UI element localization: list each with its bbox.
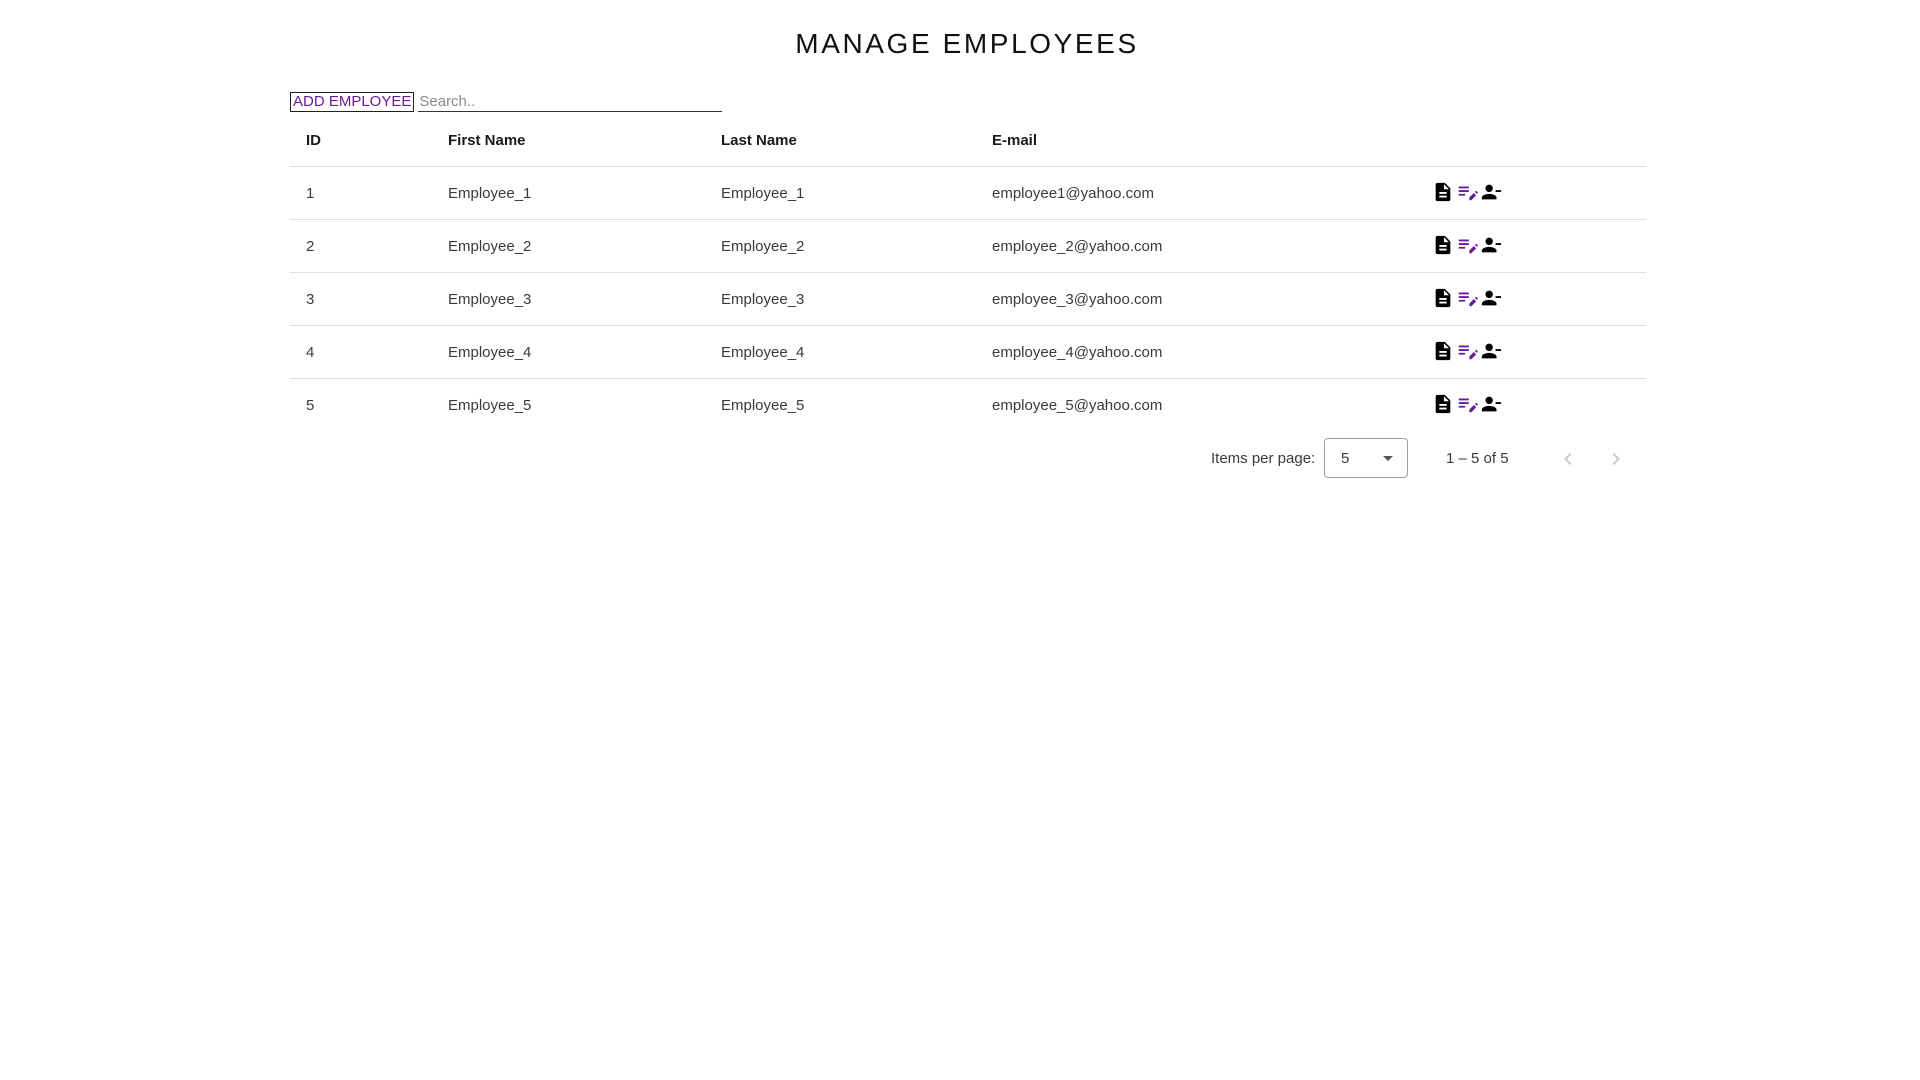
cell-first-name: Employee_4 [448, 325, 721, 379]
document-icon[interactable] [1432, 340, 1454, 362]
edit-note-icon[interactable] [1456, 340, 1478, 362]
cell-last-name: Employee_2 [721, 219, 992, 273]
edit-note-icon[interactable] [1456, 181, 1478, 203]
cell-id: 1 [290, 166, 448, 220]
document-icon[interactable] [1432, 181, 1454, 203]
row-actions [1432, 287, 1646, 309]
items-per-page-value: 5 [1341, 450, 1350, 467]
page-range-label: 1 – 5 of 5 [1446, 450, 1509, 467]
edit-note-icon[interactable] [1456, 234, 1478, 256]
cell-last-name: Employee_5 [721, 396, 805, 414]
chevron-right-icon [1612, 453, 1620, 465]
cell-id: 5 [306, 396, 315, 414]
cell-id: 3 [290, 272, 448, 326]
row-actions [1432, 234, 1646, 256]
employees-table: ID First Name Last Name E-mail 1 Employee… [290, 114, 1646, 431]
cell-email: employee_4@yahoo.com [992, 325, 1432, 379]
dropdown-arrow-icon [1383, 456, 1393, 461]
remove-person-icon[interactable] [1480, 234, 1502, 256]
edit-note-icon[interactable] [1456, 393, 1478, 415]
add-employee-button[interactable]: ADD EMPLOYEE [290, 92, 415, 112]
cell-last-name: Employee_1 [721, 166, 992, 220]
cell-email: employee1@yahoo.com [992, 166, 1432, 220]
next-page-button[interactable] [1600, 443, 1632, 475]
row-actions [1432, 393, 1646, 415]
column-header-last-name[interactable]: Last Name [721, 114, 992, 167]
cell-email: employee_2@yahoo.com [992, 219, 1432, 273]
cell-last-name: Employee_3 [721, 272, 992, 326]
remove-person-icon[interactable] [1480, 181, 1502, 203]
column-header-actions [1432, 114, 1646, 167]
table-row: 3 Employee_3 Employee_3 employee_3@yahoo.co… [290, 272, 1646, 326]
table-row: 4 Employee_4 Employee_4 employee_4@yahoo.co… [290, 325, 1646, 379]
table-body: 1 Employee_1 Employee_1 employee1@yahoo.com… [290, 166, 1646, 432]
cell-actions [1432, 219, 1646, 273]
column-header-email[interactable]: E-mail [992, 114, 1432, 167]
table-row: 2 Employee_2 Employee_2 employee_2@yahoo.co… [290, 219, 1646, 273]
cell-first-name: Employee_5 [448, 396, 532, 414]
paginator: Items per page: 5 1 – 5 of 5 [290, 438, 1646, 480]
cell-actions [1432, 379, 1646, 432]
table-header-row: ID First Name Last Name E-mail [290, 114, 1646, 167]
items-per-page-label: Items per page: [1211, 450, 1316, 467]
document-icon[interactable] [1432, 234, 1454, 256]
manage-employees-page: MANAGE EMPLOYEES ADD EMPLOYEE ID First N… [0, 0, 1920, 1080]
page-title: MANAGE EMPLOYEES [795, 28, 1139, 59]
toolbar: ADD EMPLOYEE [290, 90, 723, 112]
row-actions [1432, 340, 1646, 362]
table-row: 1 Employee_1 Employee_1 employee1@yahoo.com [290, 166, 1646, 220]
cell-id: 4 [290, 325, 448, 379]
column-header-id[interactable]: ID [290, 114, 448, 167]
document-icon[interactable] [1432, 287, 1454, 309]
edit-note-icon[interactable] [1456, 287, 1478, 309]
cell-first-name: Employee_1 [448, 166, 721, 220]
chevron-left-icon [1564, 453, 1572, 465]
cell-last-name: Employee_4 [721, 325, 992, 379]
row-actions [1432, 181, 1646, 203]
cell-email: employee_5@yahoo.com [992, 396, 1163, 414]
column-header-first-name[interactable]: First Name [448, 114, 721, 167]
search-input[interactable] [418, 92, 723, 112]
items-per-page-select[interactable]: 5 [1324, 438, 1408, 478]
cell-first-name: Employee_3 [448, 272, 721, 326]
cell-id: 2 [290, 219, 448, 273]
table-row: 5 Employee_5 Employee_5 employee_5@yahoo.co… [290, 379, 1646, 432]
cell-first-name: Employee_2 [448, 219, 721, 273]
remove-person-icon[interactable] [1480, 393, 1502, 415]
cell-actions [1432, 166, 1646, 220]
previous-page-button[interactable] [1552, 443, 1584, 475]
cell-email: employee_3@yahoo.com [992, 272, 1432, 326]
remove-person-icon[interactable] [1480, 340, 1502, 362]
cell-actions [1432, 272, 1646, 326]
document-icon[interactable] [1432, 393, 1454, 415]
cell-actions [1432, 325, 1646, 379]
remove-person-icon[interactable] [1480, 287, 1502, 309]
